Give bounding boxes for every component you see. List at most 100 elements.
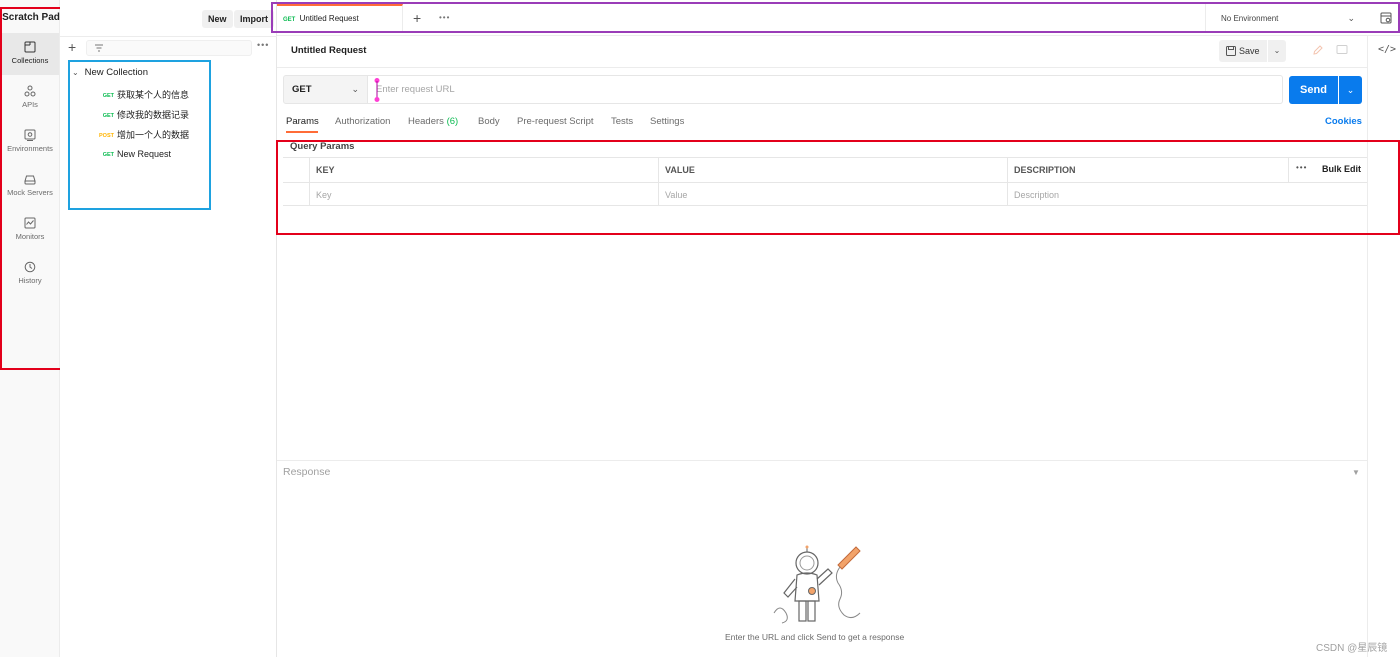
sidebar-more-icon[interactable]: ••• <box>257 40 269 50</box>
request-item[interactable]: GET New Request <box>98 149 171 159</box>
apis-icon <box>24 85 36 97</box>
tab-settings[interactable]: Settings <box>650 116 684 127</box>
table-more-icon[interactable]: ••• <box>1296 163 1307 172</box>
request-item[interactable]: GET 获取某个人的信息 <box>98 88 189 101</box>
collections-sidebar: New Import + ••• ⌄ New Collection GET 获取某… <box>60 0 277 657</box>
rail-item-label: Monitors <box>15 232 45 241</box>
params-table: KEY VALUE DESCRIPTION Key Value Descript… <box>283 157 1367 206</box>
response-label: Response <box>283 466 331 478</box>
chevron-down-icon: ⌄ <box>72 68 79 77</box>
header-divider <box>277 67 1367 68</box>
request-name: New Request <box>117 149 172 159</box>
rail-item-label: Mock Servers <box>7 188 53 197</box>
url-placeholder: Enter request URL <box>376 84 455 95</box>
environment-value: No Environment <box>1221 14 1279 23</box>
cookies-link[interactable]: Cookies <box>1325 116 1362 127</box>
add-collection-icon[interactable]: + <box>68 40 80 54</box>
comments-icon[interactable] <box>1336 44 1348 56</box>
filter-input[interactable] <box>86 40 252 56</box>
astronaut-illustration-icon <box>773 545 861 624</box>
value-input[interactable]: Value <box>659 182 1008 206</box>
request-name: 获取某个人的信息 <box>117 90 190 100</box>
tab-headers-label: Headers <box>408 116 444 127</box>
collapse-response-icon[interactable]: ▼ <box>1352 468 1360 477</box>
rail-item-label: Collections <box>11 56 49 65</box>
request-item[interactable]: POST 增加一个人的数据 <box>98 128 189 141</box>
table-header-description: DESCRIPTION <box>1008 158 1289 182</box>
send-button[interactable]: Send <box>1289 76 1338 104</box>
key-input[interactable]: Key <box>310 182 659 206</box>
chevron-down-icon: ⌄ <box>351 84 359 94</box>
rail-item-environments[interactable]: Environments <box>1 121 59 163</box>
tab-params[interactable]: Params <box>286 116 319 127</box>
new-tab-icon[interactable]: + <box>413 10 421 26</box>
request-name: 增加一个人的数据 <box>117 130 190 140</box>
collections-icon <box>24 41 36 53</box>
workspace-title: Scratch Pad <box>2 12 60 23</box>
import-button[interactable]: Import <box>234 10 274 28</box>
environment-quicklook-icon[interactable] <box>1380 12 1392 24</box>
bulk-edit-button[interactable]: Bulk Edit <box>1322 164 1361 174</box>
tab-untitled-request[interactable]: GET Untitled Request <box>277 4 403 32</box>
tabs-more-icon[interactable]: ••• <box>439 13 450 22</box>
active-tab-indicator <box>286 131 318 133</box>
tab-headers[interactable]: Headers (6) <box>408 116 458 127</box>
method-badge: POST <box>99 133 114 139</box>
tab-method-badge: GET <box>283 17 296 23</box>
edit-icon[interactable] <box>1312 44 1324 56</box>
rail-item-history[interactable]: History <box>1 253 59 295</box>
filter-icon <box>95 44 103 52</box>
save-label: Save <box>1239 46 1260 56</box>
right-panel-divider <box>1367 36 1368 657</box>
method-badge: GET <box>102 93 114 99</box>
table-header-value: VALUE <box>659 158 1008 182</box>
send-options-button[interactable]: ⌄ <box>1339 76 1362 104</box>
tab-body[interactable]: Body <box>478 116 500 127</box>
headers-count: (6) <box>446 116 459 127</box>
text-cursor-icon <box>374 78 380 102</box>
monitors-icon <box>24 217 36 229</box>
rail-item-label: Environments <box>7 144 53 153</box>
table-header-key: KEY <box>310 158 659 182</box>
description-input[interactable]: Description <box>1008 182 1367 206</box>
table-header-checkbox <box>283 158 310 182</box>
watermark: CSDN @星辰镜 <box>1316 643 1388 654</box>
request-name: 修改我的数据记录 <box>117 110 190 120</box>
save-options-button[interactable]: ⌄ <box>1268 40 1286 62</box>
method-badge: GET <box>102 152 114 158</box>
request-item[interactable]: GET 修改我的数据记录 <box>98 108 189 121</box>
method-select[interactable]: GET ⌄ <box>283 75 368 104</box>
save-icon <box>1226 46 1236 56</box>
environment-select[interactable]: No Environment ⌄ <box>1205 4 1365 32</box>
environments-icon <box>24 129 36 141</box>
tab-tests[interactable]: Tests <box>611 116 633 127</box>
tab-strip: GET Untitled Request + ••• No Environmen… <box>277 0 1400 36</box>
history-icon <box>24 261 36 273</box>
method-value: GET <box>292 84 312 95</box>
rail-item-apis[interactable]: APIs <box>1 77 59 119</box>
collection-item[interactable]: ⌄ New Collection <box>72 67 148 78</box>
url-input[interactable]: Enter request URL <box>368 75 1283 104</box>
request-name-title[interactable]: Untitled Request <box>291 45 366 56</box>
left-rail: Scratch Pad Collections APIs Environment… <box>0 0 60 657</box>
query-params-label: Query Params <box>290 141 355 152</box>
mock-servers-icon <box>24 175 36 185</box>
rail-item-mock-servers[interactable]: Mock Servers <box>1 165 59 207</box>
row-checkbox-cell <box>283 182 310 206</box>
rail-item-monitors[interactable]: Monitors <box>1 209 59 251</box>
response-hint: Enter the URL and click Send to get a re… <box>725 632 905 642</box>
response-divider <box>277 460 1367 461</box>
tab-pre-request-script[interactable]: Pre-request Script <box>517 116 594 127</box>
chevron-down-icon: ⌄ <box>1347 13 1355 23</box>
collection-name: New Collection <box>84 67 149 78</box>
sidebar-divider <box>60 36 277 37</box>
code-icon[interactable]: </> <box>1378 44 1396 55</box>
rail-item-label: History <box>18 276 42 285</box>
method-badge: GET <box>102 113 114 119</box>
rail-item-label: APIs <box>22 100 38 109</box>
save-button[interactable]: Save <box>1219 40 1267 62</box>
tab-title: Untitled Request <box>299 14 359 23</box>
rail-item-collections[interactable]: Collections <box>1 33 59 75</box>
new-button[interactable]: New <box>202 10 233 28</box>
tab-authorization[interactable]: Authorization <box>335 116 390 127</box>
